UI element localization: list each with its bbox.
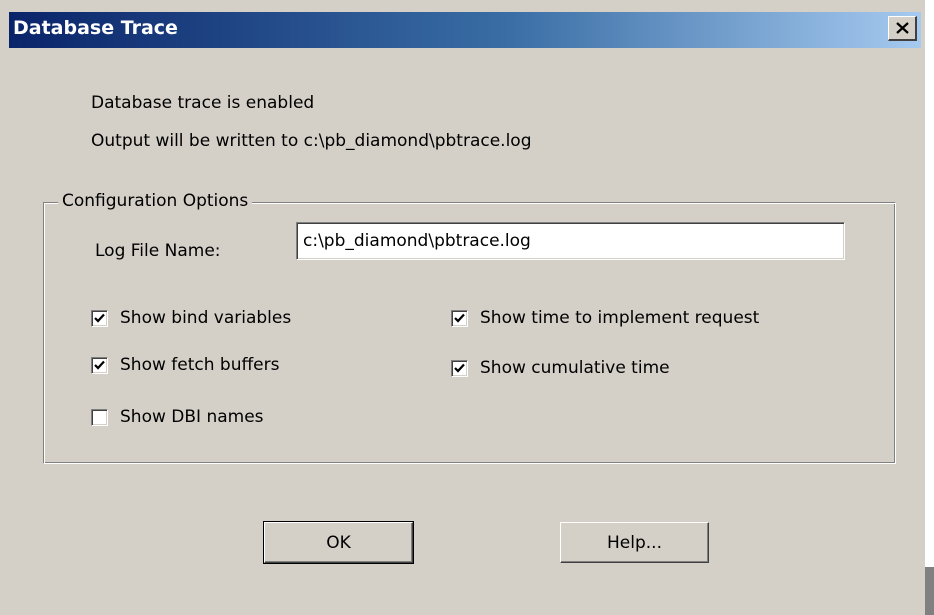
checkbox[interactable]	[451, 359, 468, 377]
log-file-label: Log File Name:	[95, 241, 221, 261]
option-show-dbi-names[interactable]: Show DBI names	[91, 407, 264, 427]
option-label: Show fetch buffers	[120, 355, 280, 375]
option-label: Show bind variables	[120, 308, 292, 328]
title-bar[interactable]: Database Trace	[9, 12, 921, 48]
option-show-fetch-buffers[interactable]: Show fetch buffers	[91, 355, 280, 375]
checkmark-icon	[94, 313, 105, 323]
checkmark-icon	[94, 360, 105, 370]
background-window-edge	[925, 567, 934, 615]
checkbox[interactable]	[91, 356, 108, 374]
option-label: Show cumulative time	[480, 358, 670, 378]
close-icon	[895, 22, 909, 34]
output-path-text: Output will be written to c:\pb_diamond\…	[91, 131, 532, 151]
database-trace-dialog: Database Trace Database trace is enabled…	[0, 0, 925, 615]
option-show-bind-variables[interactable]: Show bind variables	[91, 308, 291, 328]
log-file-input[interactable]	[296, 222, 845, 260]
checkbox[interactable]	[451, 309, 468, 327]
window-title: Database Trace	[13, 17, 178, 39]
option-label: Show time to implement request	[480, 308, 760, 328]
help-button[interactable]: Help...	[560, 522, 709, 563]
checkmark-icon	[454, 313, 465, 323]
trace-status-text: Database trace is enabled	[91, 93, 315, 113]
group-label: Configuration Options	[58, 191, 253, 211]
option-show-time-to-implement[interactable]: Show time to implement request	[451, 308, 759, 328]
option-show-cumulative-time[interactable]: Show cumulative time	[451, 358, 670, 378]
checkbox[interactable]	[91, 408, 108, 426]
close-button[interactable]	[888, 16, 917, 41]
option-label: Show DBI names	[120, 407, 264, 427]
checkmark-icon	[454, 363, 465, 373]
checkbox[interactable]	[91, 309, 108, 327]
ok-button[interactable]: OK	[263, 521, 414, 564]
